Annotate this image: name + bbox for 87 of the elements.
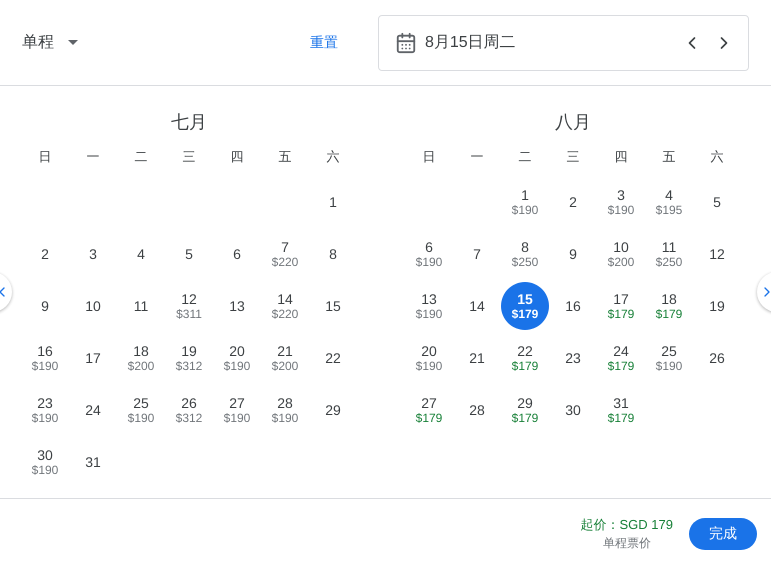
calendar-day[interactable]: 30 $190 xyxy=(21,438,69,486)
weekday-label: 二 xyxy=(518,148,532,166)
calendar-day[interactable]: 31 xyxy=(69,438,117,486)
calendar-day[interactable]: 27 $179 xyxy=(405,386,453,434)
calendar-day[interactable]: 2 xyxy=(21,230,69,278)
weekday-label: 五 xyxy=(278,148,292,166)
calendar-day[interactable]: 28 xyxy=(453,386,501,434)
calendar-day[interactable]: 5 xyxy=(165,230,213,278)
calendar-day[interactable]: 10 $200 xyxy=(597,230,645,278)
calendar-day[interactable]: 3 xyxy=(69,230,117,278)
calendar-day[interactable]: 30 xyxy=(549,386,597,434)
calendar-day[interactable]: 5 xyxy=(693,178,741,226)
weekday-label: 四 xyxy=(614,148,628,166)
calendar-day[interactable]: 8 xyxy=(309,230,357,278)
date-field[interactable]: 8月15日周二 xyxy=(378,14,749,70)
calendar-day[interactable]: 24 xyxy=(69,386,117,434)
price-note: 单程票价 xyxy=(602,535,651,552)
done-button[interactable]: 完成 xyxy=(689,518,757,550)
calendar-day[interactable]: 22 xyxy=(309,334,357,382)
calendar-day[interactable]: 25 $190 xyxy=(117,386,165,434)
weekday-label: 三 xyxy=(182,148,196,166)
weekday-label: 日 xyxy=(422,148,436,166)
calendar-day[interactable]: 1 $190 xyxy=(501,178,549,226)
calendar-day[interactable]: 13 $190 xyxy=(405,282,453,330)
calendar-day[interactable]: 18 $200 xyxy=(117,334,165,382)
calendar-day[interactable]: 14 xyxy=(453,282,501,330)
calendar-day[interactable]: 29 xyxy=(309,386,357,434)
calendar-day[interactable]: 7 xyxy=(453,230,501,278)
month-title: 八月 xyxy=(554,111,592,134)
trip-type-dropdown[interactable]: 单程 xyxy=(22,30,78,54)
calendar-day[interactable]: 16 $190 xyxy=(21,334,69,382)
calendar-day[interactable]: 15 $179 xyxy=(501,282,549,330)
calendar-day[interactable]: 26 xyxy=(693,334,741,382)
calendar-day[interactable]: 29 $179 xyxy=(501,386,549,434)
calendar-day[interactable]: 1 xyxy=(309,178,357,226)
calendar-day[interactable]: 17 xyxy=(69,334,117,382)
calendar-day[interactable]: 14 $220 xyxy=(261,282,309,330)
calendar-day[interactable]: 10 xyxy=(69,282,117,330)
calendar-day[interactable]: 11 xyxy=(117,282,165,330)
calendar-day[interactable]: 22 $179 xyxy=(501,334,549,382)
calendar-day[interactable]: 25 $190 xyxy=(645,334,693,382)
calendar-day[interactable]: 9 xyxy=(21,282,69,330)
calendar-day[interactable]: 11 $250 xyxy=(645,230,693,278)
calendar-day[interactable]: 23 xyxy=(549,334,597,382)
calendar-day[interactable]: 12 $311 xyxy=(165,282,213,330)
calendar-day[interactable]: 28 $190 xyxy=(261,386,309,434)
calendar-day[interactable]: 24 $179 xyxy=(597,334,645,382)
price-from: 起价：SGD 179 xyxy=(580,516,673,534)
calendar-day[interactable]: 19 $312 xyxy=(165,334,213,382)
calendar-day[interactable]: 6 xyxy=(213,230,261,278)
calendar-day[interactable]: 6 $190 xyxy=(405,230,453,278)
weekday-label: 一 xyxy=(470,148,484,166)
calendar-day[interactable]: 2 xyxy=(549,178,597,226)
calendar-day[interactable]: 21 xyxy=(453,334,501,382)
calendar-day[interactable]: 8 $250 xyxy=(501,230,549,278)
calendar-day[interactable]: 19 xyxy=(693,282,741,330)
calendar-day[interactable]: 21 $200 xyxy=(261,334,309,382)
weekday-label: 一 xyxy=(86,148,100,166)
calendar-day[interactable]: 20 $190 xyxy=(213,334,261,382)
weekday-label: 二 xyxy=(134,148,148,166)
calendar-day[interactable]: 15 xyxy=(309,282,357,330)
weekday-label: 四 xyxy=(230,148,244,166)
calendar-day[interactable]: 16 xyxy=(549,282,597,330)
month-title: 七月 xyxy=(170,111,208,134)
calendar-day[interactable]: 4 xyxy=(117,230,165,278)
calendar-day[interactable]: 31 $179 xyxy=(597,386,645,434)
calendar-icon xyxy=(395,32,417,54)
calendar-day[interactable]: 9 xyxy=(549,230,597,278)
reset-button[interactable]: 重置 xyxy=(310,32,338,53)
calendar-day[interactable]: 3 $190 xyxy=(597,178,645,226)
weekday-label: 日 xyxy=(38,148,52,166)
calendar-day[interactable]: 4 $195 xyxy=(645,178,693,226)
calendar-day[interactable]: 27 $190 xyxy=(213,386,261,434)
calendar-day[interactable]: 13 xyxy=(213,282,261,330)
calendar-day[interactable]: 17 $179 xyxy=(597,282,645,330)
calendar-day[interactable]: 26 $312 xyxy=(165,386,213,434)
calendar-day[interactable]: 12 xyxy=(693,230,741,278)
date-value: 8月15日周二 xyxy=(425,32,516,52)
calendar-day[interactable]: 20 $190 xyxy=(405,334,453,382)
calendar-day[interactable]: 18 $179 xyxy=(645,282,693,330)
caret-icon xyxy=(68,40,78,45)
calendar-day[interactable]: 23 $190 xyxy=(21,386,69,434)
weekday-label: 五 xyxy=(662,148,676,166)
weekday-label: 六 xyxy=(326,148,340,166)
weekday-label: 三 xyxy=(566,148,580,166)
weekday-label: 六 xyxy=(710,148,724,166)
calendar-day[interactable]: 7 $220 xyxy=(261,230,309,278)
